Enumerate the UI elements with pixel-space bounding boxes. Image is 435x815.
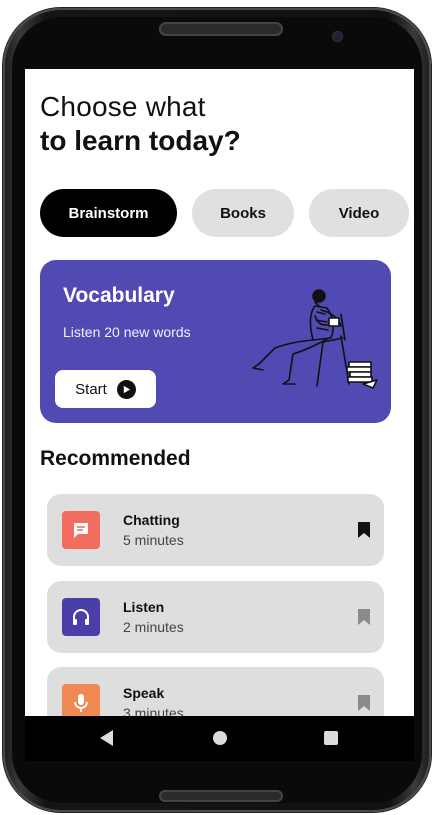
bookmark-filled-icon[interactable] [357,521,371,539]
reading-person-illustration [252,289,378,389]
back-triangle-icon[interactable] [100,730,113,746]
home-circle-icon[interactable] [213,731,227,745]
start-button[interactable]: Start [55,370,156,408]
vocabulary-card: Vocabulary Listen 20 new words Start [40,260,391,423]
chat-bubble-icon [62,511,100,549]
bottom-speaker [159,790,283,802]
microphone-icon [62,684,100,716]
headphones-icon [62,598,100,636]
item-name: Listen [123,599,165,615]
item-duration: 2 minutes [123,619,184,635]
item-name: Speak [123,685,165,701]
item-duration: 5 minutes [123,532,184,548]
start-button-label: Start [75,380,107,398]
chip-video[interactable]: Video [309,189,409,237]
play-circle-icon [116,379,136,399]
category-chips: Brainstorm Books Video [40,189,409,237]
recommended-item-listen[interactable]: Listen 2 minutes [47,581,384,653]
earpiece-speaker [159,22,283,36]
bookmark-icon[interactable] [357,608,371,626]
vocabulary-subtitle: Listen 20 new words [63,324,191,340]
bookmark-icon[interactable] [357,694,371,712]
recommended-title: Recommended [40,447,191,470]
page-title-line1: Choose what [40,91,206,122]
page-title-line2: to learn today? [40,125,241,156]
item-duration: 3 minutes [123,705,184,716]
recommended-item-chatting[interactable]: Chatting 5 minutes [47,494,384,566]
item-name: Chatting [123,512,180,528]
system-nav-bar [25,716,414,761]
app-screen: Choose what to learn today? Brainstorm B… [25,69,414,716]
chip-brainstorm[interactable]: Brainstorm [40,189,177,237]
recents-square-icon[interactable] [324,731,338,745]
recommended-item-speak[interactable]: Speak 3 minutes [47,667,384,716]
front-camera [333,32,342,41]
chip-books[interactable]: Books [192,189,294,237]
vocabulary-title: Vocabulary [63,284,175,307]
